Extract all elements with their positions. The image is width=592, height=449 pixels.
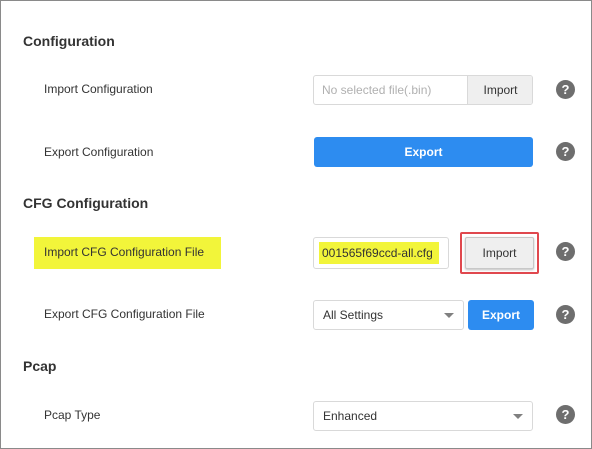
export-configuration-label: Export Configuration [44, 145, 154, 159]
settings-panel: Configuration Import Configuration No se… [0, 0, 592, 449]
import-cfg-file-input[interactable]: 001565f69ccd-all.cfg [313, 237, 449, 269]
pcap-type-label: Pcap Type [44, 408, 101, 422]
export-cfg-button[interactable]: Export [468, 300, 534, 330]
import-configuration-file-picker[interactable]: No selected file(.bin) Import [313, 75, 533, 105]
export-cfg-file-label: Export CFG Configuration File [44, 307, 205, 321]
help-icon[interactable]: ? [556, 305, 575, 324]
help-icon[interactable]: ? [556, 80, 575, 99]
pcap-type-select[interactable]: Enhanced [313, 401, 533, 431]
chevron-down-icon [513, 414, 523, 419]
import-cfg-file-label: Import CFG Configuration File [44, 245, 205, 259]
section-title-cfg-configuration: CFG Configuration [23, 195, 149, 211]
import-configuration-button[interactable]: Import [467, 76, 532, 104]
import-configuration-file-input[interactable]: No selected file(.bin) [314, 76, 467, 104]
import-cfg-file-value: 001565f69ccd-all.cfg [319, 242, 439, 264]
pcap-type-select-value: Enhanced [323, 409, 378, 423]
annotation-highlight-box [460, 232, 539, 274]
help-icon[interactable]: ? [556, 142, 575, 161]
section-title-configuration: Configuration [23, 33, 115, 49]
export-cfg-select-value: All Settings [323, 308, 384, 322]
help-icon[interactable]: ? [556, 242, 575, 261]
chevron-down-icon [444, 313, 454, 318]
section-title-pcap: Pcap [23, 358, 57, 374]
export-cfg-settings-select[interactable]: All Settings [313, 300, 464, 330]
export-configuration-button[interactable]: Export [314, 137, 533, 167]
help-icon[interactable]: ? [556, 405, 575, 424]
import-configuration-label: Import Configuration [44, 82, 153, 96]
